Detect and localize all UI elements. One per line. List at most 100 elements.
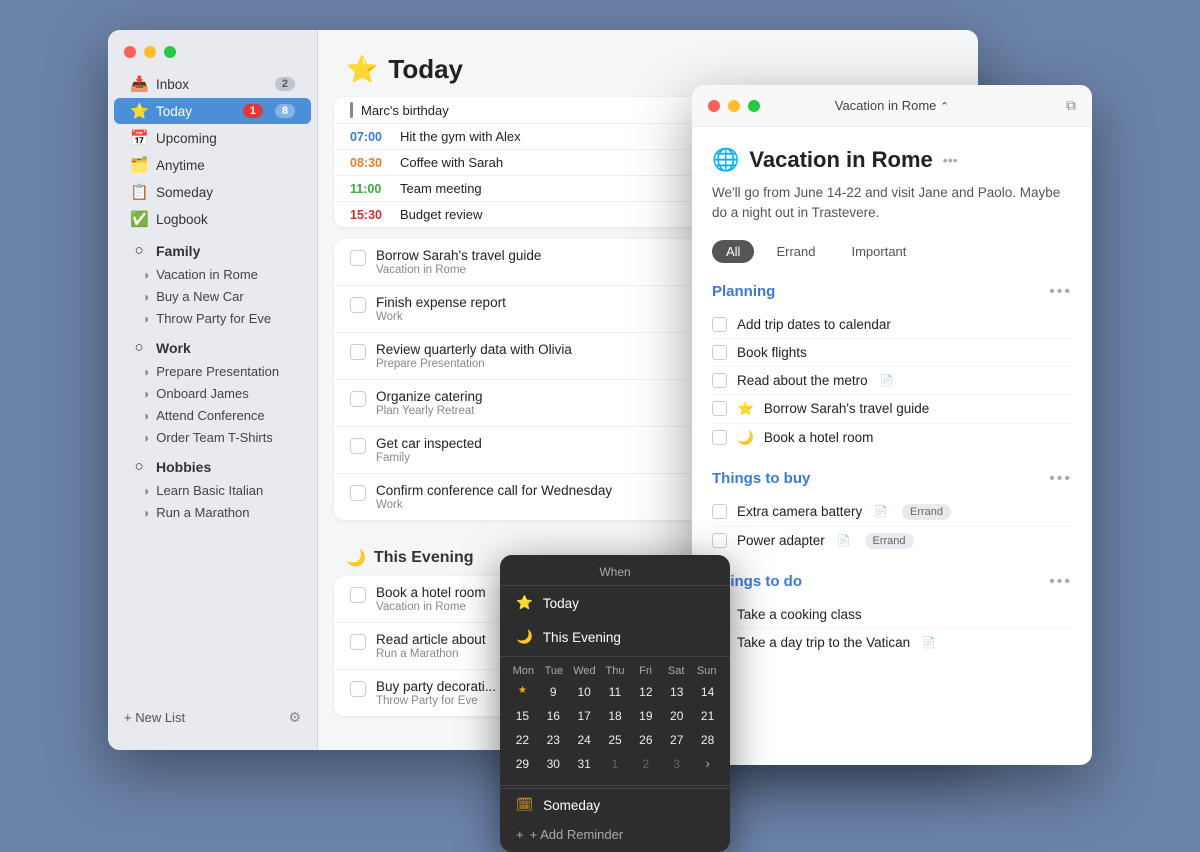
cal-day-29[interactable]: 29 xyxy=(508,753,537,775)
cal-day-16[interactable]: 16 xyxy=(539,705,568,727)
buy-task-1[interactable]: Power adapter 📄 Errand xyxy=(712,527,1072,555)
cal-day-21[interactable]: 21 xyxy=(693,705,722,727)
detail-more-icon[interactable]: ••• xyxy=(943,152,958,168)
cal-day-22[interactable]: 22 xyxy=(508,729,537,751)
planning-more-button[interactable]: ••• xyxy=(1049,283,1072,301)
cal-day-25[interactable]: 25 xyxy=(601,729,630,751)
filter-all[interactable]: All xyxy=(712,240,754,263)
close-button[interactable] xyxy=(124,46,136,58)
new-list-button[interactable]: + New List xyxy=(124,710,280,725)
planning-task-0[interactable]: Add trip dates to calendar xyxy=(712,311,1072,339)
when-add-reminder[interactable]: + + Add Reminder xyxy=(500,821,730,852)
detail-min-button[interactable] xyxy=(728,100,740,112)
planning-task-4[interactable]: 🌙 Book a hotel room xyxy=(712,424,1072,452)
cal-day-30[interactable]: 30 xyxy=(539,753,568,775)
sidebar-item-upcoming[interactable]: 📅 Upcoming xyxy=(114,125,311,151)
planning-task-2[interactable]: Read about the metro 📄 xyxy=(712,367,1072,395)
cal-day-31[interactable]: 31 xyxy=(570,753,599,775)
sidebar-item-anytime[interactable]: 🗂️ Anytime xyxy=(114,152,311,178)
cal-day-26[interactable]: 26 xyxy=(631,729,660,751)
things-to-do-section: Things to do ••• Take a cooking class Ta… xyxy=(712,573,1072,656)
sidebar-item-logbook[interactable]: ✅ Logbook xyxy=(114,206,311,232)
plan-cb-4[interactable] xyxy=(712,430,727,445)
buy-task-0[interactable]: Extra camera battery 📄 Errand xyxy=(712,498,1072,527)
sidebar-item-attend-conf[interactable]: ◑ Attend Conference xyxy=(114,405,311,426)
cal-day-19[interactable]: 19 xyxy=(631,705,660,727)
cal-day-star[interactable]: ★ xyxy=(508,681,537,703)
sidebar-item-marathon[interactable]: ◑ Run a Marathon xyxy=(114,502,311,523)
sidebar-item-onboard[interactable]: ◑ Onboard James xyxy=(114,383,311,404)
task-checkbox-0[interactable] xyxy=(350,250,366,266)
evening-checkbox-0[interactable] xyxy=(350,587,366,603)
plan-cb-1[interactable] xyxy=(712,345,727,360)
task-checkbox-4[interactable] xyxy=(350,438,366,454)
task-checkbox-3[interactable] xyxy=(350,391,366,407)
evening-checkbox-1[interactable] xyxy=(350,634,366,650)
evening-checkbox-2[interactable] xyxy=(350,681,366,697)
settings-icon[interactable]: ⚙ xyxy=(288,709,301,726)
cal-day-3[interactable]: 3 xyxy=(662,753,691,775)
cal-day-24[interactable]: 24 xyxy=(570,729,599,751)
buy-cb-0[interactable] xyxy=(712,504,727,519)
do-task-1[interactable]: Take a day trip to the Vatican 📄 xyxy=(712,629,1072,656)
cal-day-10[interactable]: 10 xyxy=(570,681,599,703)
sidebar-item-inbox[interactable]: 📥 Inbox 2 xyxy=(114,71,311,97)
when-someday-option[interactable]: 🗓 Someday xyxy=(500,788,730,821)
cal-day-23[interactable]: 23 xyxy=(539,729,568,751)
circle-icon-4: ◑ xyxy=(142,365,149,379)
cal-day-1[interactable]: 1 xyxy=(601,753,630,775)
cal-day-18[interactable]: 18 xyxy=(601,705,630,727)
cal-day-28[interactable]: 28 xyxy=(693,729,722,751)
detail-close-button[interactable] xyxy=(708,100,720,112)
do-task-0[interactable]: Take a cooking class xyxy=(712,601,1072,629)
things-to-buy-more-button[interactable]: ••• xyxy=(1049,470,1072,488)
sidebar-item-throw-party[interactable]: ◑ Throw Party for Eve xyxy=(114,308,311,329)
sidebar-item-italian[interactable]: ◑ Learn Basic Italian xyxy=(114,480,311,501)
sidebar-group-work[interactable]: ○ Work xyxy=(114,335,311,360)
detail-copy-icon[interactable]: ⧉ xyxy=(1066,97,1076,114)
task-checkbox-2[interactable] xyxy=(350,344,366,360)
plan-cb-0[interactable] xyxy=(712,317,727,332)
cal-day-17[interactable]: 17 xyxy=(570,705,599,727)
plan-cb-3[interactable] xyxy=(712,401,727,416)
detail-panel: Vacation in Rome ⌃ ⧉ 🌐 Vacation in Rome … xyxy=(692,85,1092,765)
sidebar-item-today[interactable]: ⭐ Today 1 8 xyxy=(114,98,311,124)
sidebar-group-family[interactable]: ○ Family xyxy=(114,238,311,263)
cal-day-27[interactable]: 27 xyxy=(662,729,691,751)
sidebar-item-prepare-pres[interactable]: ◑ Prepare Presentation xyxy=(114,361,311,382)
family-group-icon: ○ xyxy=(130,242,148,259)
task-checkbox-1[interactable] xyxy=(350,297,366,313)
cal-day-2[interactable]: 2 xyxy=(631,753,660,775)
cal-day-12[interactable]: 12 xyxy=(631,681,660,703)
filter-important[interactable]: Important xyxy=(837,240,920,263)
today-count-red: 1 xyxy=(243,104,263,118)
sidebar-item-someday[interactable]: 📋 Someday xyxy=(114,179,311,205)
nav-section: 📥 Inbox 2 ⭐ Today 1 8 📅 Upcoming 🗂️ Anyt… xyxy=(108,70,317,233)
cal-day-13[interactable]: 13 xyxy=(662,681,691,703)
cal-day-14[interactable]: 14 xyxy=(693,681,722,703)
planning-task-1[interactable]: Book flights xyxy=(712,339,1072,367)
cal-sat: Sat xyxy=(661,665,692,677)
when-today-option[interactable]: ⭐ Today xyxy=(500,586,730,620)
sidebar-item-order-shirts[interactable]: ◑ Order Team T-Shirts xyxy=(114,427,311,448)
when-evening-option[interactable]: 🌙 This Evening xyxy=(500,620,730,654)
planning-task-3[interactable]: ⭐ Borrow Sarah's travel guide xyxy=(712,395,1072,424)
buy-cb-1[interactable] xyxy=(712,533,727,548)
cal-next-button[interactable]: › xyxy=(693,753,722,775)
sidebar-group-hobbies[interactable]: ○ Hobbies xyxy=(114,454,311,479)
maximize-button[interactable] xyxy=(164,46,176,58)
task-checkbox-5[interactable] xyxy=(350,485,366,501)
sidebar-item-vacation-rome[interactable]: ◑ Vacation in Rome xyxy=(114,264,311,285)
sidebar-item-buy-car[interactable]: ◑ Buy a New Car xyxy=(114,286,311,307)
filter-errand[interactable]: Errand xyxy=(762,240,829,263)
things-to-do-more-button[interactable]: ••• xyxy=(1049,573,1072,591)
cal-day-15[interactable]: 15 xyxy=(508,705,537,727)
cal-day-9[interactable]: 9 xyxy=(539,681,568,703)
cal-day-20[interactable]: 20 xyxy=(662,705,691,727)
when-popup: When ⭐ Today 🌙 This Evening Mon Tue Wed … xyxy=(500,555,730,852)
plan-cb-2[interactable] xyxy=(712,373,727,388)
cal-day-11[interactable]: 11 xyxy=(601,681,630,703)
inbox-label: Inbox xyxy=(156,77,267,92)
minimize-button[interactable] xyxy=(144,46,156,58)
detail-max-button[interactable] xyxy=(748,100,760,112)
